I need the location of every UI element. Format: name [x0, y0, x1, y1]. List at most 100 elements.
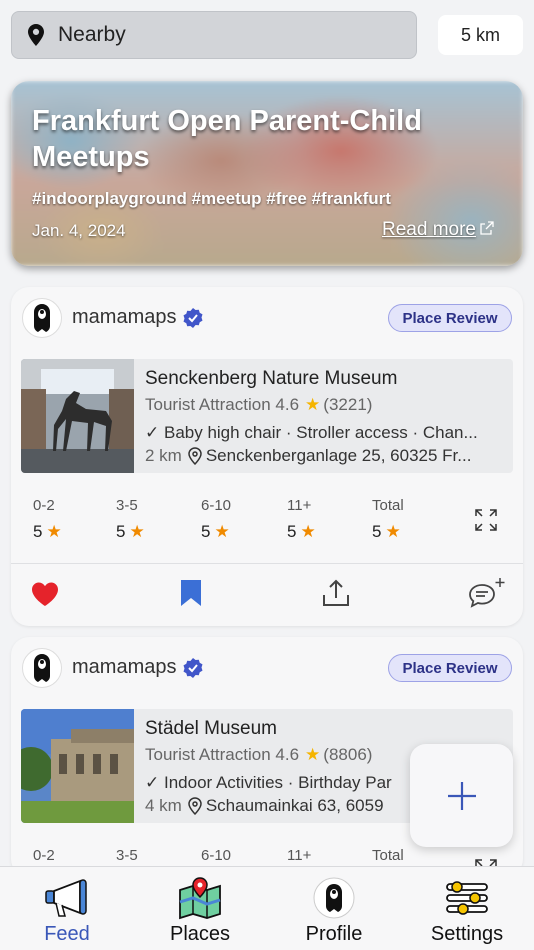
rating-value: 5 — [116, 522, 126, 541]
verified-badge-icon — [183, 657, 203, 678]
add-comment-icon[interactable] — [467, 577, 507, 609]
check-icon: ✓ — [145, 773, 160, 792]
map-icon — [179, 877, 221, 920]
place-type: Tourist Attraction — [145, 745, 271, 764]
post-username[interactable]: mamamaps — [72, 656, 204, 679]
mamamaps-logo-icon — [34, 304, 50, 332]
place-review-badge: Place Review — [388, 654, 512, 682]
map-pin-outline-icon — [188, 447, 202, 465]
tab-label: Feed — [44, 923, 90, 945]
star-icon: ★ — [129, 522, 145, 541]
rating-value: 5 — [33, 522, 43, 541]
username-label: mamamaps — [72, 656, 177, 678]
username-label: mamamaps — [72, 306, 177, 328]
profile-avatar-icon — [313, 877, 355, 919]
distance-filter-button[interactable]: 5 km — [438, 15, 523, 55]
rating-0-2: 0-2 — [33, 847, 93, 864]
share-icon[interactable] — [322, 579, 350, 607]
rating-label: 3-5 — [116, 847, 138, 864]
place-name: Städel Museum — [145, 718, 278, 739]
place-type-rating: Tourist Attraction 4.6 ★ (8806) — [145, 745, 372, 765]
post-username[interactable]: mamamaps — [72, 306, 204, 329]
read-more-label: Read more — [382, 219, 476, 240]
rating-11-plus: 11+ — [287, 847, 347, 864]
tab-label: Profile — [305, 923, 363, 945]
external-link-icon — [480, 221, 494, 235]
rating-6-10: 6-10 5 ★ — [201, 497, 261, 542]
tab-profile[interactable]: Profile — [284, 875, 384, 946]
place-rating: 4.6 — [275, 395, 300, 414]
sliders-icon — [446, 881, 488, 915]
rating-label: 11+ — [287, 847, 312, 864]
review-count: (8806) — [323, 745, 373, 764]
place-type: Tourist Attraction — [145, 395, 271, 414]
expand-icon[interactable] — [475, 509, 497, 531]
location-pin-icon — [28, 24, 44, 46]
location-selector[interactable]: Nearby — [11, 11, 417, 59]
place-address: Schaumainkai 63, 6059 — [205, 796, 384, 815]
features-text: Baby high chair · Stroller access · Chan… — [163, 423, 478, 442]
age-ratings: 0-2 5 ★ 3-5 5 ★ 6-10 5 ★ 11+ 5 ★ Total 5 ★ — [11, 497, 523, 547]
tab-label: Places — [169, 923, 231, 945]
features-text: Indoor Activities · Birthday Par — [163, 773, 392, 792]
map-pin-outline-icon — [188, 797, 202, 815]
place-name: Senckenberg Nature Museum — [145, 368, 398, 389]
place-distance: 4 km — [145, 796, 182, 815]
star-icon: ★ — [305, 745, 321, 764]
rating-3-5: 3-5 — [116, 847, 176, 864]
read-more-link[interactable]: Read more — [382, 219, 494, 241]
rating-label: 6-10 — [201, 497, 232, 514]
plus-icon — [447, 781, 476, 810]
place-thumbnail — [21, 359, 134, 473]
top-bar: Nearby 5 km — [0, 0, 534, 70]
rating-value: 5 — [287, 522, 297, 541]
place-address: Senckenberganlage 25, 60325 Fr... — [205, 446, 472, 465]
banner-title: Frankfurt Open Parent-Child Meetups — [32, 105, 422, 173]
mamamaps-logo-icon — [34, 654, 50, 682]
post-card: mamamaps Place Review Senckenberg Nature… — [11, 287, 523, 626]
place-type-rating: Tourist Attraction 4.6 ★ (3221) — [145, 395, 372, 415]
star-icon: ★ — [305, 395, 321, 414]
place-preview[interactable]: Senckenberg Nature Museum Tourist Attrac… — [21, 359, 513, 473]
rating-6-10: 6-10 — [201, 847, 261, 864]
place-location: 2 km Senckenberganlage 25, 60325 Fr... — [145, 446, 507, 466]
verified-badge-icon — [183, 307, 203, 328]
bottom-tab-bar: Feed Places Profile Settings — [0, 866, 534, 950]
rating-label: Total — [372, 847, 404, 864]
place-features: ✓ Baby high chair · Stroller access · Ch… — [145, 423, 505, 443]
place-review-badge: Place Review — [388, 304, 512, 332]
star-icon: ★ — [385, 522, 401, 541]
rating-3-5: 3-5 5 ★ — [116, 497, 176, 542]
place-thumbnail — [21, 709, 134, 823]
rating-label: 0-2 — [33, 847, 55, 864]
megaphone-icon — [45, 879, 87, 917]
star-icon: ★ — [46, 522, 62, 541]
rating-total: Total 5 ★ — [372, 497, 432, 542]
tab-label: Settings — [430, 923, 504, 945]
review-count: (3221) — [323, 395, 373, 414]
tab-places[interactable]: Places — [150, 875, 250, 946]
avatar[interactable] — [22, 298, 62, 338]
add-post-button[interactable] — [410, 744, 513, 847]
post-actions — [11, 575, 523, 615]
heart-icon[interactable] — [31, 581, 59, 607]
rating-label: 0-2 — [33, 497, 55, 514]
tab-settings[interactable]: Settings — [417, 875, 517, 946]
banner-tags: #indoorplayground #meetup #free #frankfu… — [32, 189, 391, 208]
rating-value: 5 — [201, 522, 211, 541]
divider — [11, 563, 523, 564]
rating-label: 11+ — [287, 497, 312, 514]
place-distance: 2 km — [145, 446, 182, 465]
rating-total: Total — [372, 847, 432, 864]
star-icon: ★ — [214, 522, 230, 541]
place-rating: 4.6 — [275, 745, 300, 764]
bookmark-icon[interactable] — [180, 579, 202, 607]
avatar[interactable] — [22, 648, 62, 688]
event-banner[interactable]: Frankfurt Open Parent-Child Meetups #ind… — [11, 81, 523, 266]
tab-feed[interactable]: Feed — [17, 875, 117, 946]
banner-date: Jan. 4, 2024 — [32, 221, 126, 240]
rating-0-2: 0-2 5 ★ — [33, 497, 93, 542]
location-label: Nearby — [58, 23, 126, 46]
check-icon: ✓ — [145, 423, 160, 442]
rating-label: 6-10 — [201, 847, 232, 864]
